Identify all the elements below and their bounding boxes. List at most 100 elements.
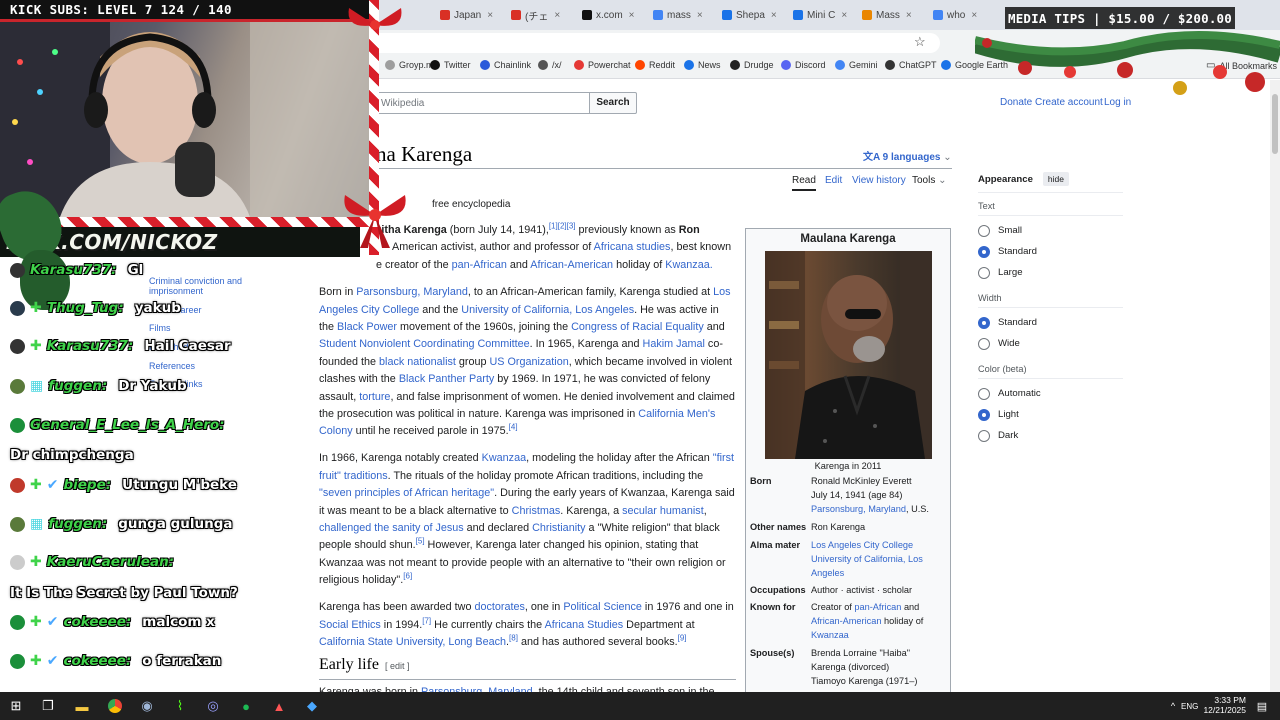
radio-unselected-icon[interactable] [978, 387, 990, 400]
color-option[interactable]: Light [978, 408, 1123, 421]
link[interactable]: torture [359, 391, 390, 403]
link[interactable]: Student Nonviolent Coordinating Committe… [319, 338, 530, 350]
create-account-link[interactable]: Create account [1035, 97, 1103, 108]
kick-icon[interactable]: ⌇ [170, 696, 190, 716]
text-size-option[interactable]: Small [978, 224, 1123, 237]
link[interactable]: Kwanzaa [811, 630, 849, 640]
portrait-photo[interactable] [765, 251, 932, 459]
link[interactable]: California State University, Long Beach [319, 636, 506, 648]
link[interactable]: Parsonsburg, Maryland [356, 286, 468, 298]
link[interactable]: Black Power [337, 321, 397, 333]
log-in-link[interactable]: Log in [1104, 97, 1131, 108]
link[interactable]: Political Science [563, 601, 642, 613]
steam-icon[interactable]: ◉ [137, 696, 157, 716]
citation[interactable]: [9] [678, 633, 687, 642]
tab-close-icon[interactable]: × [487, 10, 493, 21]
link[interactable]: secular humanist [622, 505, 704, 517]
color-option[interactable]: Dark [978, 429, 1123, 442]
link[interactable]: Kwanzaa [482, 452, 526, 464]
bookmark-item[interactable]: /x/ [538, 60, 562, 70]
link[interactable]: black nationalist [379, 356, 456, 368]
bookmark-item[interactable]: Gemini [835, 60, 878, 70]
radio-unselected-icon[interactable] [978, 266, 990, 279]
app-icon[interactable]: ▲ [269, 696, 289, 716]
task-view-icon[interactable]: ❐ [38, 696, 58, 716]
link[interactable]: Hakim Jamal [643, 338, 705, 350]
wiki-search-button[interactable]: Search [589, 92, 637, 114]
bookmark-item[interactable]: Powerchat [574, 60, 631, 70]
chat-username[interactable]: cokeeee: [63, 653, 131, 669]
link[interactable]: Africana Studies [545, 619, 624, 631]
link[interactable]: African-American [530, 259, 613, 271]
tab-close-icon[interactable]: × [629, 10, 635, 21]
citation[interactable]: [7] [422, 616, 431, 625]
radio-unselected-icon[interactable] [978, 337, 990, 350]
browser-tab[interactable]: Shepa × [718, 4, 784, 26]
notifications-icon[interactable]: ▤ [1252, 696, 1272, 716]
browser-tab[interactable]: Japan × [436, 4, 502, 26]
text-size-option[interactable]: Large [978, 266, 1123, 279]
chrome-icon[interactable] [105, 696, 125, 716]
link[interactable]: Parsonsburg, Maryland [811, 504, 906, 514]
citation[interactable]: [4] [509, 423, 518, 432]
radio-selected-icon[interactable] [978, 408, 990, 421]
link[interactable]: African-American [811, 616, 881, 626]
bookmark-item[interactable]: Twitter [430, 60, 471, 70]
wiki-search-input[interactable]: Wikipedia [376, 92, 590, 114]
link[interactable]: Angeles [811, 568, 844, 578]
color-option[interactable]: Automatic [978, 387, 1123, 400]
languages-button[interactable]: 文A 9 languages ⌄ [863, 148, 952, 163]
app-icon[interactable]: ◆ [302, 696, 322, 716]
tab-close-icon[interactable]: × [906, 10, 912, 21]
link[interactable]: US Organization [490, 356, 569, 368]
chat-username[interactable]: fuggen: [48, 378, 107, 394]
bookmark-item[interactable]: News [684, 60, 721, 70]
tab-tools[interactable]: Tools ⌄ [912, 175, 947, 186]
citation[interactable]: [8] [509, 633, 518, 642]
edit-section-link[interactable]: [ edit ] [385, 661, 410, 671]
chat-username[interactable]: KaeruCaerulean: [47, 554, 174, 570]
bookmark-item[interactable]: Chainlink [480, 60, 531, 70]
obs-icon[interactable]: ◎ [203, 696, 223, 716]
scrollbar-thumb[interactable] [1272, 94, 1278, 154]
link[interactable]: "seven principles of African heritage" [319, 487, 494, 499]
bookmark-item[interactable]: Discord [781, 60, 826, 70]
browser-tab[interactable]: (チェ × [507, 4, 573, 26]
browser-tab[interactable]: Mass × [858, 4, 924, 26]
link[interactable]: Christmas [512, 505, 561, 517]
page-scrollbar[interactable] [1270, 80, 1280, 692]
link[interactable]: University of California, Los Angeles [461, 304, 634, 316]
tray-chevron-icon[interactable]: ^ [1163, 696, 1183, 716]
file-explorer-icon[interactable]: ▬ [72, 696, 92, 716]
chat-username[interactable]: fuggen: [48, 516, 107, 532]
tab-close-icon[interactable]: × [697, 10, 703, 21]
spotify-icon[interactable]: ● [236, 696, 256, 716]
link[interactable]: Los Angeles City College [811, 540, 913, 550]
citation[interactable]: [1][2][3] [549, 221, 576, 230]
link[interactable]: Congress of Racial Equality [571, 321, 704, 333]
bookmark-item[interactable]: Drudge [730, 60, 774, 70]
chat-username[interactable]: cokeeee: [63, 614, 131, 630]
address-bar[interactable] [370, 33, 940, 53]
tab-close-icon[interactable]: × [841, 10, 847, 21]
tab-close-icon[interactable]: × [771, 10, 777, 21]
width-option[interactable]: Wide [978, 337, 1123, 350]
link[interactable]: Black Panther Party [399, 373, 494, 385]
radio-selected-icon[interactable] [978, 316, 990, 329]
windows-start-icon[interactable]: ⊞ [6, 696, 26, 716]
citation[interactable]: [6] [403, 572, 412, 581]
chat-username[interactable]: Thug_Tug: [47, 300, 124, 316]
link[interactable]: Africana studies [594, 241, 671, 253]
link[interactable]: Christianity [532, 522, 585, 534]
chat-username[interactable]: biepe: [63, 477, 111, 493]
browser-tab[interactable]: mass × [649, 4, 713, 26]
donate-link[interactable]: Donate [1000, 97, 1032, 108]
link[interactable]: challenged the sanity of Jesus [319, 522, 464, 534]
width-option[interactable]: Standard [978, 316, 1123, 329]
chat-username[interactable]: Karasu737: [47, 338, 134, 354]
browser-tab[interactable]: x.com × [578, 4, 644, 26]
tab-view-history[interactable]: View history [852, 175, 906, 186]
link[interactable]: Kwanzaa. [665, 259, 712, 271]
bookmark-star-icon[interactable]: ☆ [914, 34, 926, 50]
tab-read[interactable]: Read [792, 175, 816, 191]
